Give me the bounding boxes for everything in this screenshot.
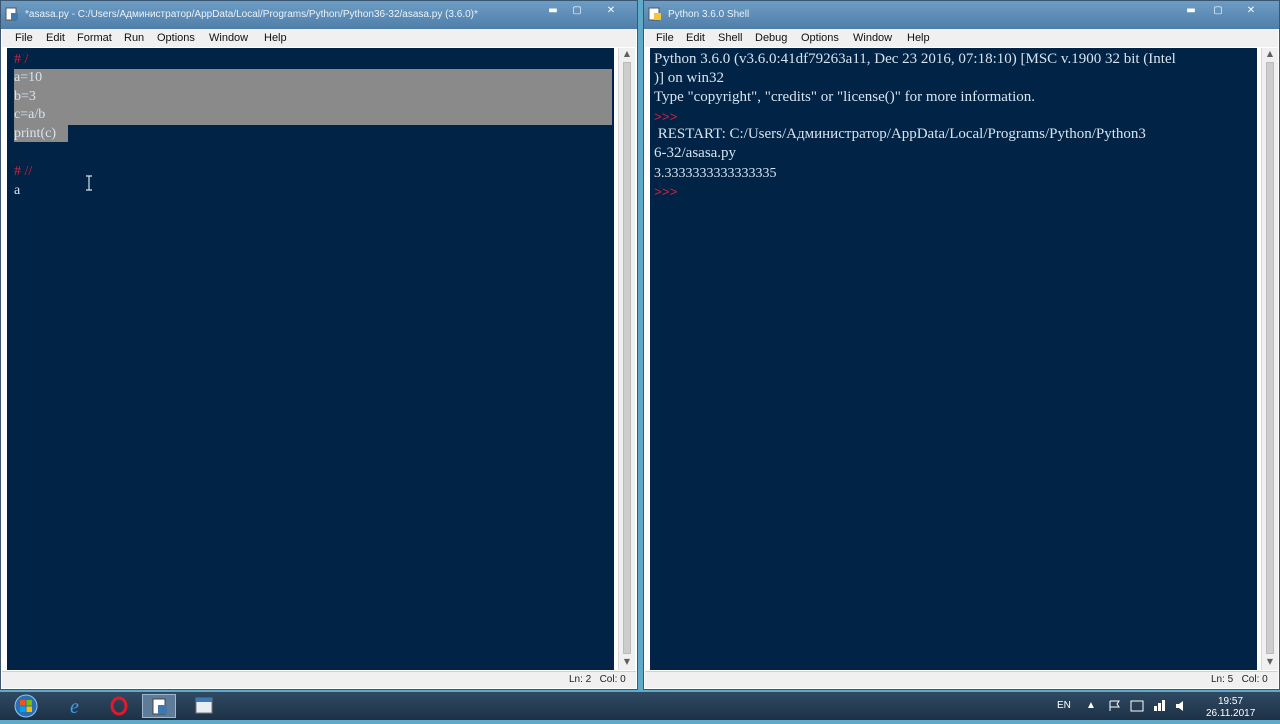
menu-file[interactable]: File bbox=[656, 32, 674, 44]
python-shell-icon[interactable] bbox=[188, 694, 222, 718]
language-indicator[interactable]: EN bbox=[1057, 700, 1071, 711]
menu-format[interactable]: Format bbox=[77, 32, 112, 44]
scroll-thumb[interactable] bbox=[1266, 62, 1274, 654]
code-line: c=a/b bbox=[14, 107, 46, 122]
cursor-position: Ln: 5 Col: 0 bbox=[1211, 674, 1268, 685]
action-center-icon[interactable] bbox=[1130, 700, 1144, 712]
code-line: print(c) bbox=[14, 126, 56, 141]
editor-titlebar[interactable]: *asasa.py - C:/Users/Администратор/AppDa… bbox=[1, 1, 637, 29]
editor-statusbar: Ln: 2 Col: 0 bbox=[2, 671, 636, 688]
code-comment: # / bbox=[14, 52, 29, 67]
shell-output[interactable]: Python 3.6.0 (v3.6.0:41df79263a11, Dec 2… bbox=[650, 48, 1257, 670]
maximize-button[interactable]: ▢ bbox=[568, 5, 586, 19]
shell-result: 3.3333333333333335 bbox=[654, 166, 777, 181]
maximize-button[interactable]: ▢ bbox=[1209, 5, 1227, 19]
menu-debug[interactable]: Debug bbox=[755, 32, 787, 44]
close-button[interactable]: ✕ bbox=[602, 5, 620, 19]
minimize-button[interactable]: ▬ bbox=[544, 5, 562, 19]
cursor-position: Ln: 2 Col: 0 bbox=[569, 674, 626, 685]
shell-statusbar: Ln: 5 Col: 0 bbox=[645, 671, 1278, 688]
text-cursor-icon bbox=[86, 175, 92, 191]
menu-edit[interactable]: Edit bbox=[686, 32, 705, 44]
network-icon[interactable] bbox=[1153, 700, 1167, 712]
close-button[interactable]: ✕ bbox=[1242, 5, 1260, 19]
shell-title: Python 3.6.0 Shell bbox=[668, 9, 750, 20]
taskbar: e EN ▲ 19:57 26.11.2017 bbox=[0, 692, 1280, 720]
shell-scrollbar[interactable]: ▲ ▼ bbox=[1261, 48, 1278, 670]
opera-icon[interactable] bbox=[102, 694, 136, 718]
scroll-down-icon[interactable]: ▼ bbox=[1262, 656, 1278, 668]
scroll-up-icon[interactable]: ▲ bbox=[1262, 48, 1278, 60]
python-idle-icon[interactable] bbox=[142, 694, 176, 718]
python-shell-title-icon bbox=[648, 7, 661, 21]
code-comment: # // bbox=[14, 164, 33, 179]
shell-banner: Type "copyright", "credits" or "license(… bbox=[654, 89, 1035, 105]
shell-prompt: >>> bbox=[654, 185, 678, 200]
svg-text:e: e bbox=[70, 696, 79, 718]
editor-scrollbar[interactable]: ▲ ▼ bbox=[618, 48, 635, 670]
selection-highlight bbox=[14, 69, 612, 125]
clock-date[interactable]: 26.11.2017 bbox=[1206, 708, 1255, 719]
shell-prompt: >>> bbox=[654, 110, 678, 125]
menu-window[interactable]: Window bbox=[209, 32, 248, 44]
menu-shell[interactable]: Shell bbox=[718, 32, 742, 44]
volume-icon[interactable] bbox=[1175, 700, 1189, 712]
menu-window[interactable]: Window bbox=[853, 32, 892, 44]
internet-explorer-icon[interactable]: e bbox=[60, 694, 94, 718]
shell-banner: Python 3.6.0 (v3.6.0:41df79263a11, Dec 2… bbox=[654, 51, 1176, 67]
editor-menubar: File Edit Format Run Options Window Help bbox=[2, 29, 636, 47]
shell-banner: )] on win32 bbox=[654, 70, 724, 86]
flag-icon[interactable] bbox=[1108, 700, 1122, 712]
menu-help[interactable]: Help bbox=[907, 32, 930, 44]
scroll-down-icon[interactable]: ▼ bbox=[619, 656, 635, 668]
show-hidden-icons-icon[interactable]: ▲ bbox=[1086, 700, 1096, 711]
code-line: a=10 bbox=[14, 70, 43, 85]
editor-title: *asasa.py - C:/Users/Администратор/AppDa… bbox=[25, 9, 478, 20]
idle-file-icon bbox=[5, 7, 18, 21]
windows-start-icon[interactable] bbox=[6, 694, 46, 718]
menu-help[interactable]: Help bbox=[264, 32, 287, 44]
scroll-thumb[interactable] bbox=[623, 62, 631, 654]
menu-file[interactable]: File bbox=[15, 32, 33, 44]
code-editor[interactable]: # / a=10 b=3 c=a/b print(c) # // a bbox=[7, 48, 614, 670]
code-line: b=3 bbox=[14, 89, 36, 104]
shell-titlebar[interactable]: Python 3.6.0 Shell ▬ ▢ ✕ bbox=[644, 1, 1279, 29]
shell-menubar: File Edit Shell Debug Options Window Hel… bbox=[645, 29, 1278, 47]
menu-run[interactable]: Run bbox=[124, 32, 144, 44]
code-line: a bbox=[14, 183, 21, 198]
scroll-up-icon[interactable]: ▲ bbox=[619, 48, 635, 60]
shell-restart: RESTART: C:/Users/Администратор/AppData/… bbox=[654, 126, 1146, 142]
menu-options[interactable]: Options bbox=[801, 32, 839, 44]
menu-edit[interactable]: Edit bbox=[46, 32, 65, 44]
clock-time[interactable]: 19:57 bbox=[1218, 696, 1243, 707]
minimize-button[interactable]: ▬ bbox=[1182, 5, 1200, 19]
shell-restart: 6-32/asasa.py bbox=[654, 145, 737, 161]
shell-window: Python 3.6.0 Shell ▬ ▢ ✕ File Edit Shell… bbox=[643, 0, 1280, 690]
menu-options[interactable]: Options bbox=[157, 32, 195, 44]
editor-window: *asasa.py - C:/Users/Администратор/AppDa… bbox=[0, 0, 638, 690]
